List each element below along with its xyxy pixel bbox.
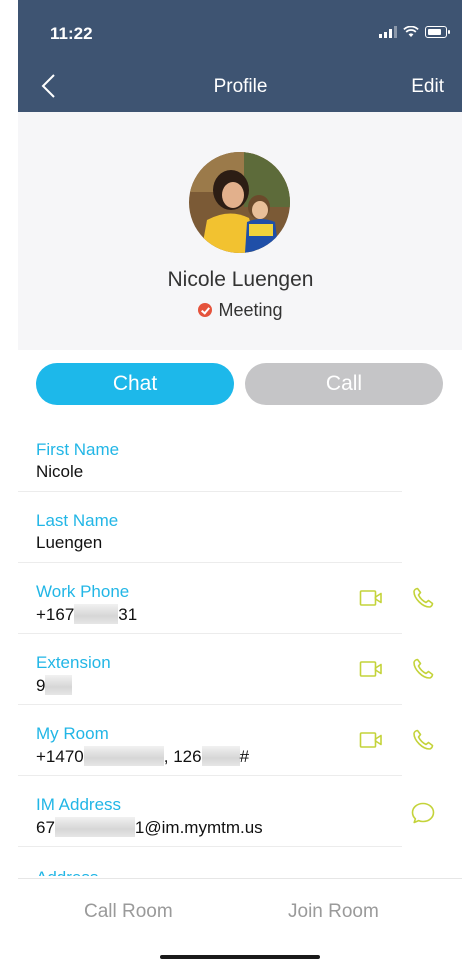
first-name-label: First Name xyxy=(36,440,120,459)
first-name-field: First Name Nicole xyxy=(18,428,402,492)
extension-field: Extension 9 xyxy=(18,641,402,705)
my-room-label: My Room xyxy=(36,724,109,743)
my-room-value-end: # xyxy=(239,747,250,766)
my-room-value-mid: , 126 xyxy=(163,747,202,766)
im-address-label: IM Address xyxy=(36,795,122,814)
profile-header: Nicole Luengen Meeting xyxy=(18,112,462,350)
status-icons xyxy=(379,26,450,38)
phone-icon[interactable] xyxy=(411,657,435,681)
im-address-value-start: 67 xyxy=(36,818,55,837)
video-call-icon[interactable] xyxy=(359,730,383,750)
work-phone-value-start: +167 xyxy=(36,605,75,624)
redaction-blur xyxy=(54,817,135,837)
my-room-field: My Room +1470 , 126 # xyxy=(18,712,402,776)
work-phone-value: +167 31 xyxy=(36,604,137,625)
phone-icon[interactable] xyxy=(411,728,435,752)
extension-label: Extension xyxy=(36,653,111,672)
last-name-field: Last Name Luengen xyxy=(18,499,402,563)
video-call-icon[interactable] xyxy=(359,659,383,679)
work-phone-field: Work Phone +167 31 xyxy=(18,570,402,634)
phone-icon[interactable] xyxy=(411,586,435,610)
work-phone-value-end: 31 xyxy=(118,605,138,624)
signal-icon xyxy=(379,26,397,38)
last-name-label: Last Name xyxy=(36,511,119,530)
avatar xyxy=(189,152,290,253)
video-call-icon[interactable] xyxy=(359,588,383,608)
presence-status: Meeting xyxy=(18,300,462,321)
battery-icon xyxy=(425,26,450,38)
presence-label: Meeting xyxy=(218,300,283,320)
last-name-value: Luengen xyxy=(36,533,103,552)
wifi-icon xyxy=(403,26,419,37)
redaction-blur xyxy=(74,604,119,624)
call-button[interactable]: Call xyxy=(245,363,443,405)
edit-button[interactable]: Edit xyxy=(411,76,444,98)
call-room-button[interactable]: Call Room xyxy=(84,901,173,923)
home-indicator xyxy=(160,955,320,959)
work-phone-label: Work Phone xyxy=(36,582,130,601)
contact-name: Nicole Luengen xyxy=(167,268,314,291)
navigation-bar: 11:22 Profile Edit xyxy=(18,0,462,112)
my-room-value: +1470 , 126 # xyxy=(36,746,249,767)
page-title: Profile xyxy=(213,76,268,97)
im-address-value: 67 1@im.mymtm.us xyxy=(36,817,263,838)
bottom-action-bar: Call Room Join Room xyxy=(18,878,462,958)
extension-value: 9 xyxy=(36,675,73,696)
redaction-blur xyxy=(201,746,240,766)
first-name-value: Nicole xyxy=(36,462,84,481)
im-address-value-end: 1@im.mymtm.us xyxy=(134,818,263,837)
chat-button[interactable]: Chat xyxy=(36,363,234,405)
status-time: 11:22 xyxy=(50,24,93,43)
im-address-field: IM Address 67 1@im.mymtm.us xyxy=(18,783,402,847)
extension-value-start: 9 xyxy=(36,676,46,695)
redaction-blur xyxy=(83,746,164,766)
chat-bubble-icon[interactable] xyxy=(410,801,436,825)
join-room-button[interactable]: Join Room xyxy=(288,901,379,923)
my-room-value-start: +1470 xyxy=(36,747,84,766)
redaction-blur xyxy=(45,675,73,695)
presence-meeting-icon xyxy=(198,303,213,317)
